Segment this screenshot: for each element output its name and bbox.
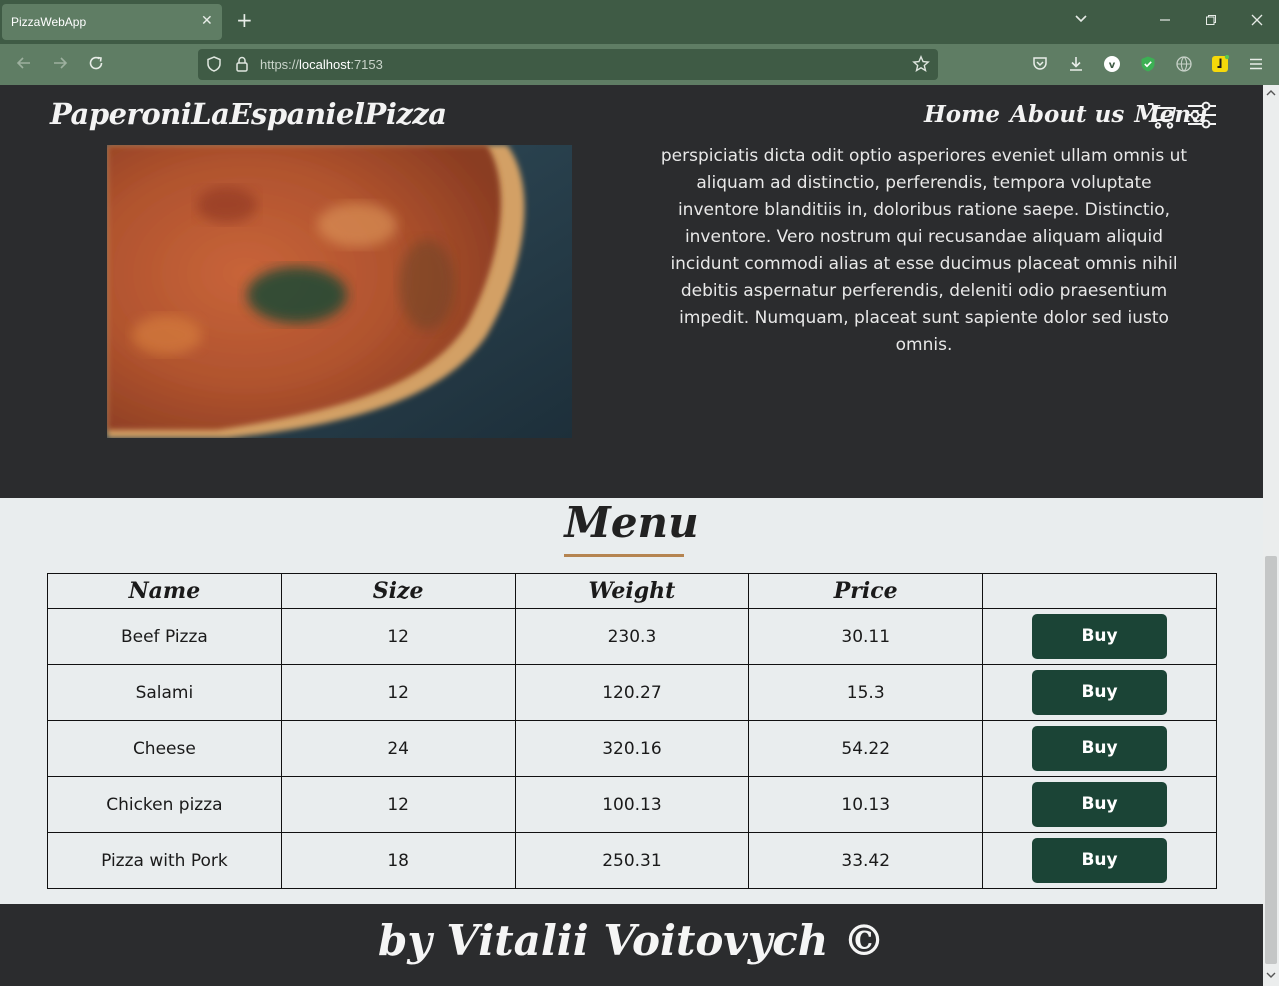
buy-cell: Buy (982, 832, 1217, 889)
column-header-size: Size (280, 573, 516, 609)
pizza-size: 18 (280, 832, 516, 889)
table-row: Beef Pizza 12 230.3 30.11 Buy (47, 608, 1217, 665)
url-bar[interactable]: https://localhost:7153 (198, 49, 938, 80)
pizza-weight: 230.3 (514, 608, 750, 665)
pizza-size: 12 (280, 664, 516, 721)
menu-section: Menu Name Size Weight Price Beef Pizza 1… (0, 498, 1263, 904)
minimize-icon[interactable] (1155, 12, 1175, 32)
web-page: PaperoniLaEspanielPizza Home About us Menu (0, 85, 1263, 986)
url-host: localhost (299, 57, 351, 72)
buy-cell: Buy (982, 720, 1217, 777)
buy-cell: Buy (982, 608, 1217, 665)
pizza-photo (107, 145, 572, 438)
extension-icon[interactable] (1139, 55, 1157, 73)
hero-description: perspiciatis dicta odit optio asperiores… (660, 146, 1188, 355)
buy-button[interactable]: Buy (1032, 782, 1168, 827)
buy-button[interactable]: Buy (1032, 726, 1168, 771)
new-tab-button[interactable]: + (236, 10, 253, 30)
site-footer: by Vitalii Voitovych © (0, 904, 1263, 986)
site-brand-logo[interactable]: PaperoniLaEspanielPizza (50, 97, 447, 131)
pizza-name: Cheese (47, 720, 282, 777)
download-icon[interactable] (1067, 55, 1085, 73)
buy-button[interactable]: Buy (1032, 614, 1168, 659)
pizza-price: 10.13 (748, 776, 984, 833)
menu-heading: Menu (564, 498, 699, 547)
cart-icon[interactable] (1146, 99, 1178, 131)
pizza-weight: 250.31 (514, 832, 750, 889)
footer-credit: by Vitalii Voitovych © (378, 916, 885, 965)
pizza-weight: 120.27 (514, 664, 750, 721)
table-row: Chicken pizza 12 100.13 10.13 Buy (47, 776, 1217, 833)
star-icon[interactable] (912, 55, 930, 73)
pizza-name: Salami (47, 664, 282, 721)
url-scheme: https:// (260, 57, 300, 72)
buy-cell: Buy (982, 776, 1217, 833)
column-header-price: Price (748, 573, 984, 609)
pizza-price: 33.42 (748, 832, 984, 889)
browser-navigation-bar: https://localhost:7153 v (0, 44, 1279, 85)
tab-title: PizzaWebApp (11, 15, 87, 29)
table-row: Cheese 24 320.16 54.22 Buy (47, 720, 1217, 777)
page-scrollbar[interactable] (1263, 85, 1279, 986)
close-window-icon[interactable] (1247, 12, 1267, 32)
column-header-weight: Weight (514, 573, 750, 609)
pizza-name: Chicken pizza (47, 776, 282, 833)
shield-icon[interactable] (205, 55, 223, 73)
nav-about-link[interactable]: About us (1010, 101, 1124, 128)
table-header-row: Name Size Weight Price (47, 573, 1217, 609)
scroll-up-icon[interactable] (1266, 88, 1276, 98)
column-header-name: Name (47, 573, 282, 609)
back-arrow-icon[interactable] (13, 54, 35, 76)
pizza-size: 24 (280, 720, 516, 777)
pizza-name: Beef Pizza (47, 608, 282, 665)
menu-table: Name Size Weight Price Beef Pizza 12 230… (47, 573, 1217, 889)
pizza-price: 30.11 (748, 608, 984, 665)
settings-sliders-icon[interactable] (1186, 99, 1218, 131)
buy-cell: Buy (982, 664, 1217, 721)
table-row: Pizza with Pork 18 250.31 33.42 Buy (47, 832, 1217, 889)
pizza-weight: 320.16 (514, 720, 750, 777)
buy-button[interactable]: Buy (1032, 670, 1168, 715)
nav-home-link[interactable]: Home (924, 101, 1000, 128)
restore-icon[interactable] (1201, 12, 1221, 32)
buy-button[interactable]: Buy (1032, 838, 1168, 883)
forward-arrow-icon[interactable] (49, 54, 71, 76)
browser-tab[interactable]: PizzaWebApp ✕ (2, 4, 222, 40)
scroll-down-icon[interactable] (1266, 970, 1276, 980)
app-menu-icon[interactable] (1247, 55, 1265, 73)
scrollbar-thumb[interactable] (1265, 556, 1277, 964)
url-port: :7153 (350, 57, 383, 72)
ext-yellow-icon[interactable] (1211, 55, 1229, 73)
lock-icon[interactable] (233, 55, 251, 73)
pizza-name: Pizza with Pork (47, 832, 282, 889)
tab-close-icon[interactable]: ✕ (201, 13, 213, 29)
pocket-icon[interactable] (1031, 55, 1049, 73)
column-header-action (982, 573, 1217, 609)
svg-text:v: v (1109, 60, 1116, 71)
pizza-price: 15.3 (748, 664, 984, 721)
menu-heading-underline (564, 554, 684, 557)
url-text[interactable]: https://localhost:7153 (260, 57, 383, 72)
reload-icon[interactable] (85, 54, 107, 76)
tab-list-chevron-icon[interactable] (1071, 12, 1091, 32)
browser-tab-strip: PizzaWebApp ✕ + (0, 0, 1279, 44)
pizza-weight: 100.13 (514, 776, 750, 833)
pizza-size: 12 (280, 608, 516, 665)
pizza-price: 54.22 (748, 720, 984, 777)
globe-icon[interactable] (1175, 55, 1193, 73)
table-row: Salami 12 120.27 15.3 Buy (47, 664, 1217, 721)
vpn-icon[interactable]: v (1103, 55, 1121, 73)
pizza-size: 12 (280, 776, 516, 833)
